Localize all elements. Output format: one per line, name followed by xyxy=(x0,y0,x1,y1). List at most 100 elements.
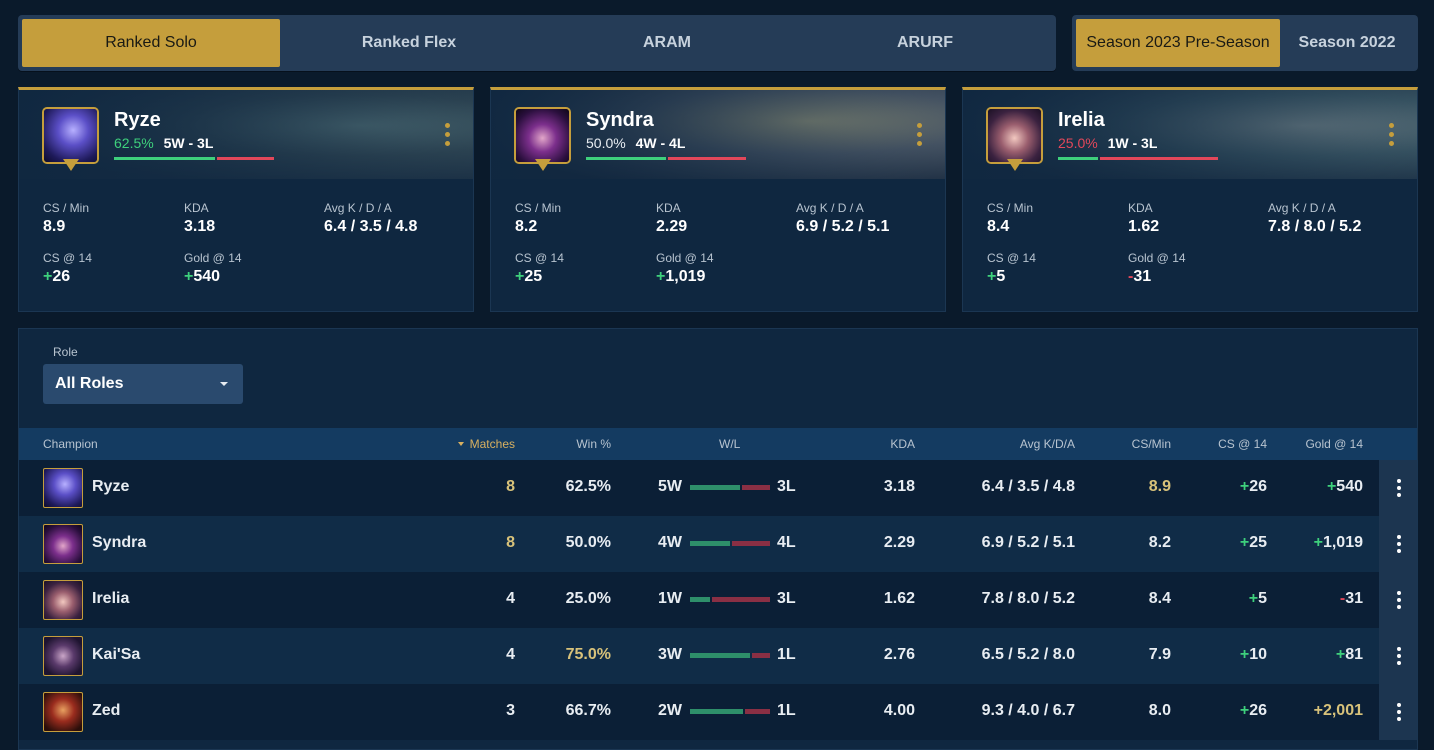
win-loss-bar xyxy=(690,485,770,490)
sign: + xyxy=(1313,534,1323,551)
champion-banner: Ryze 62.5% 5W - 3L xyxy=(19,90,473,179)
row-more-options-icon[interactable] xyxy=(1379,516,1417,572)
tab-ranked-solo[interactable]: Ranked Solo xyxy=(22,19,280,67)
stat-value: +5 xyxy=(987,268,1036,286)
header-gold14[interactable]: Gold @ 14 xyxy=(1305,437,1363,451)
sign: + xyxy=(987,268,997,285)
header-avg-kda[interactable]: Avg K/D/A xyxy=(1020,437,1075,451)
cs14-value: +10 xyxy=(1240,646,1267,664)
tab-season-2023-preseason[interactable]: Season 2023 Pre-Season xyxy=(1076,19,1280,67)
stat-gold14: Gold @ 14 +540 xyxy=(184,251,242,286)
queue-tabs: Ranked Solo Ranked Flex ARAM ARURF xyxy=(18,15,1056,71)
champion-name[interactable]: Syndra xyxy=(92,534,146,552)
table-row[interactable]: Irelia 4 25.0% 1W 3L 1.62 7.8 / 8.0 / 5.… xyxy=(19,572,1417,628)
champion-name[interactable]: Ryze xyxy=(92,478,129,496)
champion-name[interactable]: Kai'Sa xyxy=(92,646,140,664)
number: 540 xyxy=(193,268,221,285)
sign: + xyxy=(1326,478,1337,495)
losses-value: 4L xyxy=(777,534,796,551)
stat-value: 3.18 xyxy=(184,218,216,235)
win-loss-bar xyxy=(690,541,770,546)
stat-avg-kda: Avg K / D / A 6.9 / 5.2 / 5.1 xyxy=(796,201,889,236)
wins-value: 3W xyxy=(658,646,682,663)
cs-min-value: 8.2 xyxy=(1148,534,1171,551)
table-row[interactable]: Syndra 8 50.0% 4W 4L 2.29 6.9 / 5.2 / 5.… xyxy=(19,516,1417,572)
cs14-value: +26 xyxy=(1240,702,1267,720)
champion-stats: CS / Min 8.4 KDA 1.62 Avg K / D / A 7.8 … xyxy=(963,179,1417,309)
win-loss-bar xyxy=(690,709,770,714)
champion-card: Irelia 25.0% 1W - 3L CS / Min 8.4 KDA 1.… xyxy=(962,87,1418,312)
header-wl[interactable]: W/L xyxy=(719,437,740,451)
more-options-icon[interactable] xyxy=(1387,123,1395,146)
loss-segment xyxy=(1100,157,1218,160)
loss-segment xyxy=(216,157,274,160)
avg-kda-value: 6.9 / 5.2 / 5.1 xyxy=(981,534,1075,551)
gold14-value: +2,001 xyxy=(1314,702,1363,720)
number: +2,001 xyxy=(1313,702,1363,719)
header-kda[interactable]: KDA xyxy=(890,437,915,451)
sign: + xyxy=(656,268,666,285)
season-tabs: Season 2023 Pre-Season Season 2022 xyxy=(1072,15,1418,71)
role-select[interactable]: All Roles xyxy=(43,364,243,404)
champion-stats: CS / Min 8.9 KDA 3.18 Avg K / D / A 6.4 … xyxy=(19,179,473,309)
row-more-options-icon[interactable] xyxy=(1379,684,1417,740)
table-row[interactable]: Kai'Sa 4 75.0% 3W 1L 2.76 6.5 / 5.2 / 8.… xyxy=(19,628,1417,684)
wins-value: 5W xyxy=(658,478,682,495)
stat-value: 8.2 xyxy=(515,218,538,235)
rank-crest-icon xyxy=(534,159,551,171)
stat-cs14: CS @ 14 +25 xyxy=(515,251,564,286)
more-options-icon[interactable] xyxy=(915,123,923,146)
stat-label: CS @ 14 xyxy=(43,251,92,265)
row-more-options-icon[interactable] xyxy=(1379,572,1417,628)
kda-value: 2.29 xyxy=(883,534,915,551)
header-cs14[interactable]: CS @ 14 xyxy=(1218,437,1267,451)
win-loss-bar xyxy=(114,157,274,160)
losses-value: 1L xyxy=(777,702,796,719)
table-row[interactable]: Ryze 8 62.5% 5W 3L 3.18 6.4 / 3.5 / 4.8 … xyxy=(19,460,1417,516)
sign: + xyxy=(1239,702,1250,719)
gold14-value: -31 xyxy=(1340,590,1363,608)
row-more-options-icon[interactable] xyxy=(1379,628,1417,684)
champion-stats: CS / Min 8.2 KDA 2.29 Avg K / D / A 6.9 … xyxy=(491,179,945,309)
header-matches[interactable]: Matches xyxy=(457,437,515,451)
win-pct-value: 66.7% xyxy=(565,702,611,719)
kaisa-portrait-icon xyxy=(43,636,83,676)
stat-label: CS / Min xyxy=(43,201,90,215)
loss-segment xyxy=(752,653,770,658)
cs14-value: +26 xyxy=(1240,478,1267,496)
header-win-pct[interactable]: Win % xyxy=(576,437,611,451)
tab-aram[interactable]: ARAM xyxy=(538,19,796,67)
header-champion[interactable]: Champion xyxy=(43,437,98,451)
number: 31 xyxy=(1133,268,1152,285)
win-segment xyxy=(1058,157,1098,160)
cs-min-value: 8.9 xyxy=(1148,478,1171,495)
sign: + xyxy=(515,268,525,285)
win-pct-value: 25.0% xyxy=(565,590,611,607)
tab-season-2022[interactable]: Season 2022 xyxy=(1280,19,1414,67)
row-more-options-icon[interactable] xyxy=(1379,460,1417,516)
stat-label: CS / Min xyxy=(515,201,562,215)
tab-ranked-flex[interactable]: Ranked Flex xyxy=(280,19,538,67)
wins-value: 2W xyxy=(658,702,682,719)
tab-arurf[interactable]: ARURF xyxy=(796,19,1054,67)
sign: + xyxy=(1248,590,1259,607)
gold14-value: +1,019 xyxy=(1314,534,1363,552)
wins-value: 4W xyxy=(658,534,682,551)
sign: + xyxy=(1239,478,1250,495)
irelia-portrait-icon xyxy=(43,580,83,620)
champion-name[interactable]: Irelia xyxy=(92,590,129,608)
stat-value: +540 xyxy=(184,268,242,286)
champion-stats-panel: Role All Roles Champion Matches Win % W/… xyxy=(18,328,1418,750)
champion-banner: Irelia 25.0% 1W - 3L xyxy=(963,90,1417,179)
table-row[interactable]: Zed 3 66.7% 2W 1L 4.00 9.3 / 4.0 / 6.7 8… xyxy=(19,684,1417,740)
number: 5 xyxy=(996,268,1006,285)
cs14-value: +5 xyxy=(1249,590,1267,608)
avg-kda-value: 9.3 / 4.0 / 6.7 xyxy=(981,702,1075,719)
win-loss-bar xyxy=(1058,157,1218,160)
matches-value: 8 xyxy=(506,478,515,495)
gold14-value: +540 xyxy=(1327,478,1363,496)
header-cs-min[interactable]: CS/Min xyxy=(1132,437,1171,451)
champion-name[interactable]: Zed xyxy=(92,702,120,720)
stat-avg-kda: Avg K / D / A 6.4 / 3.5 / 4.8 xyxy=(324,201,417,236)
more-options-icon[interactable] xyxy=(443,123,451,146)
